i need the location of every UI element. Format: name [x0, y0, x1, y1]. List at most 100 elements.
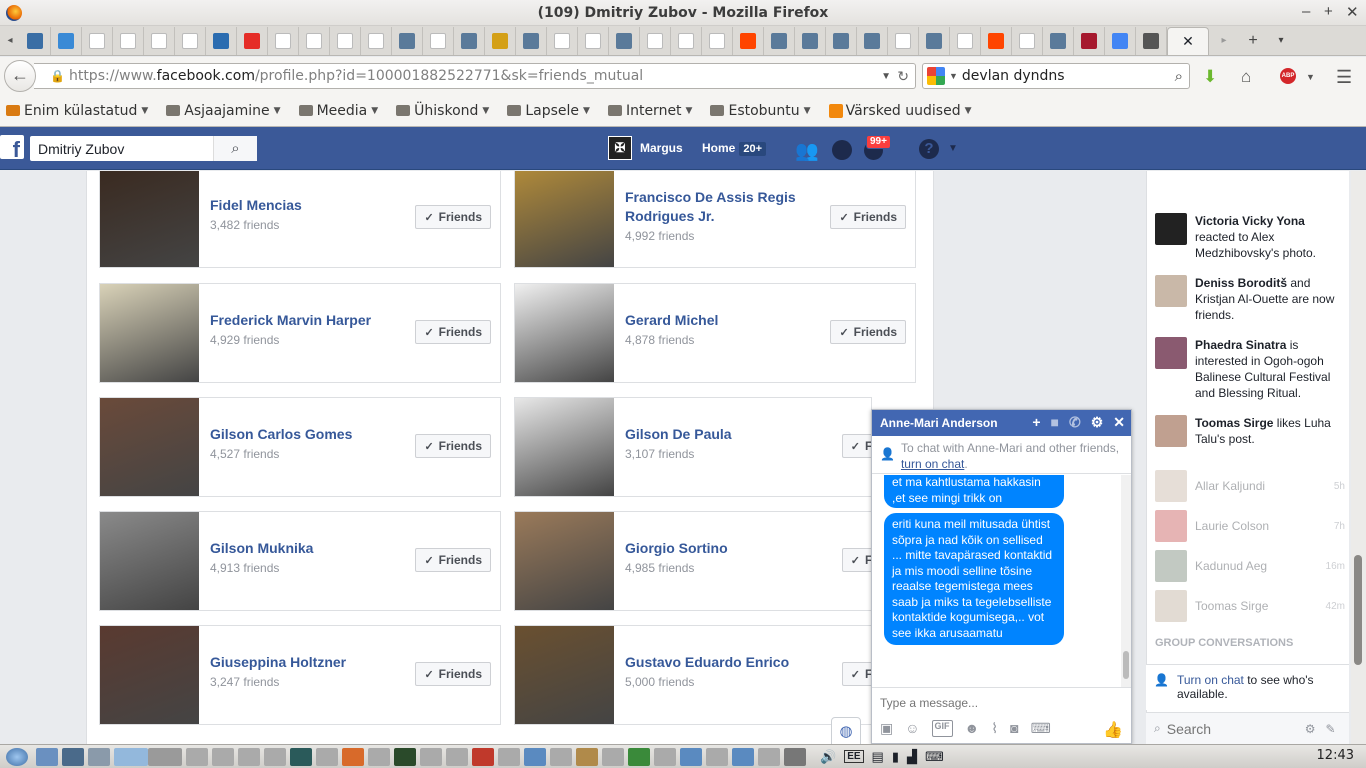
friend-name-link[interactable]: Fidel Mencias	[210, 196, 410, 215]
tab[interactable]	[1136, 26, 1167, 55]
avatar[interactable]	[1155, 275, 1187, 307]
task-terminal-icon[interactable]	[394, 747, 416, 766]
sticker-icon[interactable]: ☺	[905, 720, 919, 737]
battery-icon[interactable]: ▮	[892, 749, 899, 765]
tab[interactable]	[485, 26, 516, 55]
game-icon[interactable]: ⌨	[1031, 720, 1051, 737]
tab[interactable]	[20, 26, 51, 55]
signal-icon[interactable]: ▟	[907, 749, 917, 765]
search-engine-icon[interactable]	[927, 67, 945, 85]
tab[interactable]	[795, 26, 826, 55]
camera-icon[interactable]: ◙	[1010, 720, 1018, 737]
task-icon[interactable]	[368, 747, 390, 766]
tray-icon[interactable]: ▤	[872, 749, 884, 765]
task-icon[interactable]	[680, 747, 702, 766]
url-bar[interactable]: 🔒 https://www.facebook.com/profile.php?i…	[34, 63, 916, 89]
task-icon[interactable]	[758, 747, 780, 766]
friend-name-link[interactable]: Giorgio Sortino	[625, 539, 825, 558]
task-icon[interactable]	[420, 747, 442, 766]
tab[interactable]	[206, 26, 237, 55]
page-scrollbar[interactable]	[1351, 171, 1366, 744]
friend-avatar[interactable]	[515, 512, 614, 610]
photo-icon[interactable]: ▣	[880, 720, 893, 737]
maximize-icon[interactable]: +	[1324, 3, 1333, 20]
tab[interactable]	[857, 26, 888, 55]
adblock-icon[interactable]: ABP	[1280, 68, 1296, 84]
tab-scroll-right-icon[interactable]: ▸	[1209, 35, 1239, 46]
avatar[interactable]	[1155, 415, 1187, 447]
facebook-logo-icon[interactable]: f	[0, 135, 24, 162]
sidebar-search-input[interactable]	[1166, 720, 1297, 737]
compose-icon[interactable]: ✎	[1326, 722, 1336, 736]
task-icon[interactable]	[602, 747, 624, 766]
search-input[interactable]	[961, 68, 1172, 84]
friend-name-link[interactable]: Gilson Muknika	[210, 539, 410, 558]
tab[interactable]	[981, 26, 1012, 55]
chat-message-input[interactable]	[880, 696, 1110, 710]
task-icon[interactable]	[446, 747, 468, 766]
bookmark-folder[interactable]: Lapsele ▼	[507, 103, 590, 119]
search-icon[interactable]: ⌕	[1175, 68, 1183, 85]
tab[interactable]	[888, 26, 919, 55]
tab[interactable]	[950, 26, 981, 55]
tab[interactable]	[299, 26, 330, 55]
chat-settings-icon[interactable]: ⚙	[1091, 414, 1104, 431]
tab[interactable]	[1105, 26, 1136, 55]
tab-close-icon[interactable]: ✕	[1182, 33, 1194, 50]
tab[interactable]	[51, 26, 82, 55]
friend-avatar[interactable]	[515, 626, 614, 724]
friend-avatar[interactable]	[100, 626, 199, 724]
tab[interactable]	[175, 26, 206, 55]
task-icon[interactable]	[186, 747, 208, 766]
tab[interactable]	[82, 26, 113, 55]
chat-close-icon[interactable]: ✕	[1113, 414, 1125, 431]
tab[interactable]	[330, 26, 361, 55]
task-icon[interactable]	[498, 747, 520, 766]
tab[interactable]	[268, 26, 299, 55]
attach-icon[interactable]: ⌇	[991, 720, 998, 737]
contact-item[interactable]: Allar Kaljundi 5h	[1155, 470, 1345, 502]
settings-icon[interactable]: ⚙	[1305, 722, 1316, 736]
home-icon[interactable]: ⌂	[1241, 67, 1251, 87]
volume-icon[interactable]: 🔊	[820, 749, 836, 765]
task-firefox-icon[interactable]	[342, 747, 364, 766]
friend-name-link[interactable]: Gilson Carlos Gomes	[210, 425, 410, 444]
reload-icon[interactable]: ↻	[897, 68, 909, 85]
emoji-icon[interactable]: ☻	[965, 720, 980, 737]
ticker-item[interactable]: Toomas Sirge likes Luha Talu's post.	[1155, 415, 1345, 447]
tab[interactable]	[1012, 26, 1043, 55]
engine-dropdown-icon[interactable]: ▼	[949, 71, 958, 81]
tab[interactable]	[702, 26, 733, 55]
video-call-icon[interactable]: ■	[1051, 414, 1059, 431]
adblock-dropdown-icon[interactable]: ▼	[1306, 72, 1315, 82]
friends-button[interactable]: ✓ Friends	[415, 662, 491, 686]
friend-name-link[interactable]: Gilson De Paula	[625, 425, 825, 444]
chat-scrollbar-thumb[interactable]	[1123, 651, 1129, 679]
task-icon[interactable]	[290, 747, 312, 766]
profile-link[interactable]: ✠ Margus	[608, 136, 683, 160]
fb-search-input[interactable]	[38, 140, 208, 157]
tab[interactable]	[361, 26, 392, 55]
contact-item[interactable]: Toomas Sirge 42m	[1155, 590, 1345, 622]
friend-name-link[interactable]: Giuseppina Holtzner	[210, 653, 410, 672]
globe-icon[interactable]: ◍	[831, 717, 861, 745]
messages-icon[interactable]	[832, 140, 852, 160]
friends-button[interactable]: ✓ Friends	[415, 205, 491, 229]
friend-name-link[interactable]: Gustavo Eduardo Enrico	[625, 653, 825, 672]
tab-list-icon[interactable]: ▾	[1267, 35, 1295, 46]
workspace-icon[interactable]	[62, 747, 84, 766]
friend-name-link[interactable]: Gerard Michel	[625, 311, 825, 330]
keyboard-layout-icon[interactable]: EE	[844, 750, 864, 763]
friends-button[interactable]: ✓ Friends	[830, 205, 906, 229]
sidebar-search[interactable]: ⌕ ⚙ ✎	[1146, 712, 1349, 744]
tab[interactable]	[826, 26, 857, 55]
home-link[interactable]: Home 20+	[702, 141, 767, 156]
tab[interactable]	[113, 26, 144, 55]
avatar[interactable]	[1155, 337, 1187, 369]
tab[interactable]	[733, 26, 764, 55]
tab[interactable]	[609, 26, 640, 55]
add-people-icon[interactable]: +	[1032, 414, 1040, 431]
new-tab-icon[interactable]: +	[1239, 32, 1267, 50]
friend-avatar[interactable]	[515, 284, 614, 382]
bookmark-folder[interactable]: Asjaajamine ▼	[166, 103, 281, 119]
